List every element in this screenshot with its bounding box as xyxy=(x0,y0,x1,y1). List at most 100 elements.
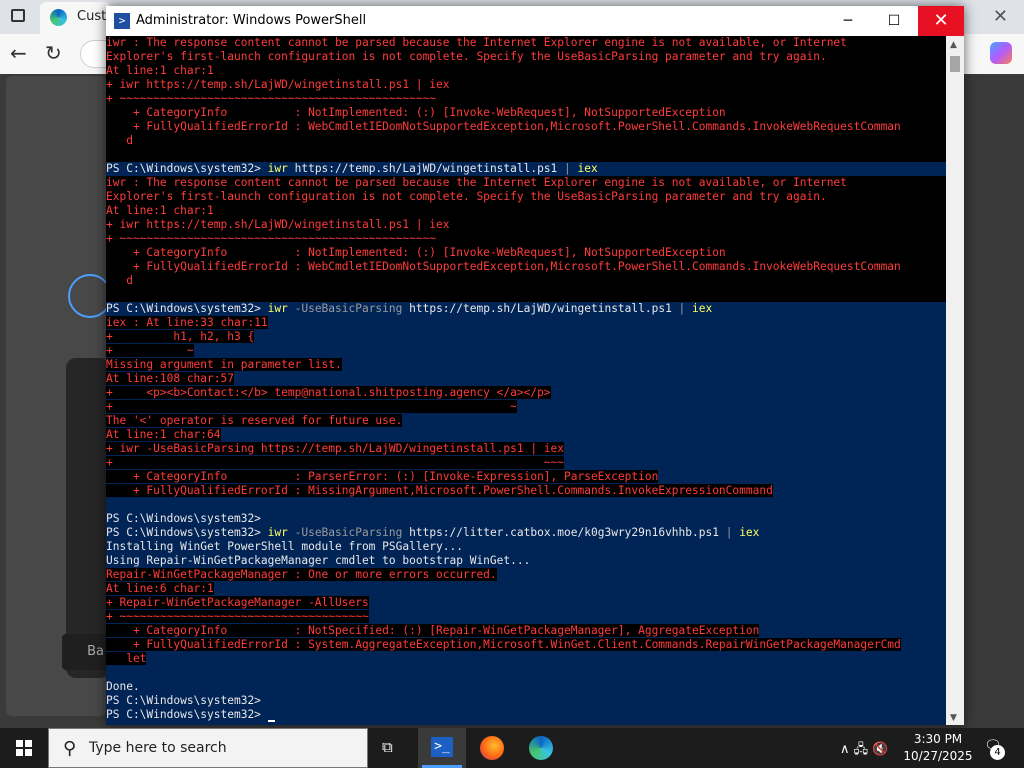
console-line xyxy=(106,498,946,512)
search-icon: ⚲ xyxy=(63,738,77,759)
taskbar-clock[interactable]: 3:30 PM 10/27/2025 xyxy=(898,731,978,765)
windows-start-icon[interactable] xyxy=(16,740,32,756)
console-line: iex : At line:33 char:11 xyxy=(106,316,946,330)
console-text: https://temp.sh/LajWD/wingetinstall.ps1 xyxy=(287,162,565,175)
console-line: + CategoryInfo : NotImplemented: (:) [In… xyxy=(106,106,946,120)
console-line: iwr : The response content cannot be par… xyxy=(106,36,946,50)
console-line: + ~~~ xyxy=(106,456,946,470)
system-tray-icons[interactable]: ∧ 🖧 🔇 xyxy=(840,740,888,762)
console-line: + FullyQualifiedErrorId : WebCmdletIEDom… xyxy=(106,120,946,134)
clock-date: 10/27/2025 xyxy=(903,749,973,763)
console-line xyxy=(106,288,946,302)
console-line: At line:1 char:64 xyxy=(106,428,946,442)
console-line: d xyxy=(106,134,946,148)
console-text: Installing WinGet PowerShell module from… xyxy=(106,540,463,553)
console-line: Explorer's first-launch configuration is… xyxy=(106,190,946,204)
vertical-scrollbar[interactable]: ▲ ▼ xyxy=(946,36,964,725)
console-text: iwr : The response content cannot be par… xyxy=(106,176,847,189)
console-line: PS C:\Windows\system32> xyxy=(106,694,946,708)
console-text: d xyxy=(106,134,133,147)
console-text: iex xyxy=(685,302,713,315)
console-line: + ~~~~~~~~~~~~~~~~~~~~~~~~~~~~~~~~~~~~~~… xyxy=(106,232,946,246)
console-line: PS C:\Windows\system32> iwr -UseBasicPar… xyxy=(106,302,946,316)
clock-time: 3:30 PM xyxy=(913,732,963,746)
reload-icon[interactable]: ↻ xyxy=(45,41,62,65)
console-text: PS C:\Windows\system32> xyxy=(106,162,268,175)
window-titlebar[interactable]: > Administrator: Windows PowerShell ─ ☐ … xyxy=(106,6,964,36)
scroll-down-icon[interactable]: ▼ xyxy=(950,713,957,723)
console-line: + iwr https://temp.sh/LajWD/wingetinstal… xyxy=(106,218,946,232)
console-text: + CategoryInfo : NotSpecified: (:) [Repa… xyxy=(106,624,760,637)
task-view-icon[interactable]: ⧉ xyxy=(382,738,400,756)
maximize-button[interactable]: ☐ xyxy=(871,6,917,36)
console-text: + ~ xyxy=(106,344,194,357)
console-text: -UseBasicParsing xyxy=(287,526,403,539)
console-line: At line:1 char:1 xyxy=(106,204,946,218)
console-text: iwr xyxy=(267,526,288,539)
powershell-app-icon: >_ xyxy=(431,737,453,757)
console-line: At line:6 char:1 xyxy=(106,582,946,596)
browser-tab[interactable]: Custo xyxy=(40,2,114,34)
console-line: + h1, h2, h3 { xyxy=(106,330,946,344)
taskbar-powershell-app[interactable]: >_ xyxy=(418,728,466,768)
console-text: PS C:\Windows\system32> xyxy=(106,512,261,525)
console-line: + CategoryInfo : NotSpecified: (:) [Repa… xyxy=(106,624,946,638)
scroll-up-icon[interactable]: ▲ xyxy=(950,40,957,50)
page-button[interactable]: Ba xyxy=(62,634,108,670)
console-line: At line:1 char:1 xyxy=(106,64,946,78)
console-line: Done. xyxy=(106,680,946,694)
firefox-icon[interactable] xyxy=(480,736,504,760)
console-line: + iwr -UseBasicParsing https://temp.sh/L… xyxy=(106,442,946,456)
edge-taskbar-icon[interactable] xyxy=(529,736,553,760)
notification-badge: 4 xyxy=(990,745,1005,760)
powershell-window[interactable]: > Administrator: Windows PowerShell ─ ☐ … xyxy=(106,6,964,725)
console-text: At line:1 char:1 xyxy=(106,64,214,77)
text-cursor xyxy=(267,720,275,722)
edge-icon xyxy=(50,9,67,26)
console-text: Done. xyxy=(106,680,140,693)
copilot-icon[interactable] xyxy=(990,42,1012,64)
taskbar-search-box[interactable]: ⚲ Type here to search xyxy=(48,728,368,768)
console-text: iwr : The response content cannot be par… xyxy=(106,36,847,49)
console-text: + CategoryInfo : NotImplemented: (:) [In… xyxy=(106,106,726,119)
console-text: + Repair-WinGetPackageManager -AllUsers xyxy=(106,596,369,609)
console-line: + Repair-WinGetPackageManager -AllUsers xyxy=(106,596,946,610)
browser-close-icon[interactable]: ✕ xyxy=(993,6,1008,27)
console-text: At line:6 char:1 xyxy=(106,582,214,595)
console-text: Explorer's first-launch configuration is… xyxy=(106,50,827,63)
console-output[interactable]: iwr : The response content cannot be par… xyxy=(106,36,946,725)
console-text: Repair-WinGetPackageManager : One or mor… xyxy=(106,568,497,581)
console-line: Repair-WinGetPackageManager : One or mor… xyxy=(106,568,946,582)
console-text: https://litter.catbox.moe/k0g3wry29n16vh… xyxy=(402,526,726,539)
console-text: -UseBasicParsing xyxy=(287,302,403,315)
console-line: iwr : The response content cannot be par… xyxy=(106,176,946,190)
console-line: Using Repair-WinGetPackageManager cmdlet… xyxy=(106,554,946,568)
tab-actions-icon[interactable] xyxy=(11,9,25,22)
search-placeholder: Type here to search xyxy=(89,740,227,756)
console-line: d xyxy=(106,274,946,288)
minimize-button[interactable]: ─ xyxy=(825,6,871,36)
console-text: Explorer's first-launch configuration is… xyxy=(106,190,827,203)
console-line: + FullyQualifiedErrorId : System.Aggrega… xyxy=(106,638,946,652)
console-text: iwr xyxy=(267,302,288,315)
console-text: d xyxy=(106,274,133,287)
console-text: let xyxy=(106,652,147,665)
console-line: PS C:\Windows\system32> xyxy=(106,708,946,722)
console-line: Explorer's first-launch configuration is… xyxy=(106,50,946,64)
console-text: + FullyQualifiedErrorId : WebCmdletIEDom… xyxy=(106,120,901,133)
console-text: Using Repair-WinGetPackageManager cmdlet… xyxy=(106,554,531,567)
device-image xyxy=(66,358,110,678)
console-line: The '<' operator is reserved for future … xyxy=(106,414,946,428)
scrollbar-thumb[interactable] xyxy=(950,56,960,72)
console-line: + <p><b>Contact:</b> temp@national.shitp… xyxy=(106,386,946,400)
console-line: PS C:\Windows\system32> iwr https://temp… xyxy=(106,162,946,176)
console-text: https://temp.sh/LajWD/wingetinstall.ps1 xyxy=(402,302,679,315)
close-button[interactable]: ✕ xyxy=(918,6,964,36)
back-arrow-icon[interactable]: ← xyxy=(10,41,27,65)
console-text: PS C:\Windows\system32> xyxy=(106,708,268,721)
console-text: + ~ xyxy=(106,400,517,413)
console-text: + FullyQualifiedErrorId : System.Aggrega… xyxy=(106,638,901,651)
powershell-icon[interactable]: > xyxy=(114,13,130,29)
console-line: Installing WinGet PowerShell module from… xyxy=(106,540,946,554)
console-text: iex xyxy=(732,526,760,539)
